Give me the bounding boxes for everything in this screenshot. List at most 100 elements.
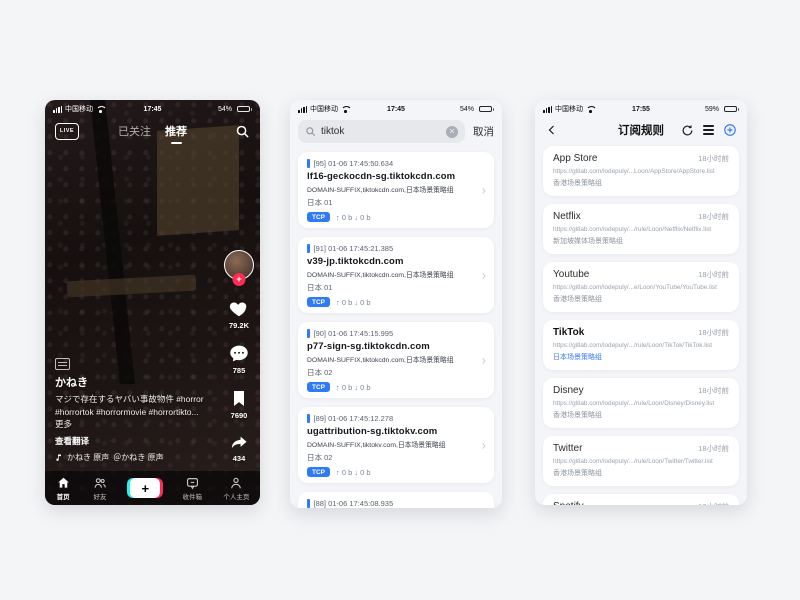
- bookmark-count: 7690: [231, 411, 248, 420]
- rule-policy-tag: 香港场景策略组: [553, 410, 729, 420]
- rule-item-tiktok[interactable]: TikTok18小时前 https://gitlab.com/lodepuly/…: [543, 320, 739, 370]
- entry-traffic: ↑ 0 b ↓ 0 b: [336, 383, 371, 392]
- entry-traffic: ↑ 0 b ↓ 0 b: [336, 298, 371, 307]
- entry-meta: [90] 01-06 17:45:15.995: [314, 329, 394, 338]
- add-circle-icon[interactable]: [723, 123, 737, 137]
- view-translation-button[interactable]: 查看翻译: [55, 435, 208, 447]
- rule-updated: 18小时前: [698, 501, 729, 505]
- rule-name: Youtube: [553, 269, 589, 280]
- caption-block: かねき マジで存在するヤバい事故物件 #horror #horrortok #h…: [55, 358, 208, 463]
- rule-policy-tag: 日本场景策略组: [553, 352, 729, 362]
- entry-accent-bar: [307, 159, 310, 168]
- search-icon[interactable]: [235, 124, 250, 139]
- entry-meta: [89] 01-06 17:45:12.278: [314, 414, 394, 423]
- entry-accent-bar: [307, 244, 310, 253]
- friends-icon: [92, 476, 108, 490]
- status-bar: 中国移动 17:45 54%: [290, 104, 502, 114]
- status-bar: 中国移动 17:45 54%: [45, 104, 260, 114]
- rule-updated: 18小时前: [698, 327, 729, 338]
- creator-username[interactable]: かねき: [55, 374, 208, 390]
- tab-friends[interactable]: 好友: [92, 476, 108, 501]
- rule-name: TikTok: [553, 327, 584, 338]
- entry-node: 日本 02: [307, 367, 485, 378]
- rule-url: https://gitlab.com/lodepuly/.../rule/Loo…: [553, 226, 729, 233]
- chevron-right-icon[interactable]: ›: [482, 438, 486, 453]
- status-time: 17:45: [45, 106, 260, 113]
- rule-item-netflix[interactable]: Netflix18小时前 https://gitlab.com/lodepuly…: [543, 204, 739, 254]
- nav-bar: 订阅规则: [535, 118, 747, 142]
- protocol-badge: TCP: [307, 212, 330, 222]
- log-entry[interactable]: [90] 01-06 17:45:15.995 p77-sign-sg.tikt…: [298, 322, 494, 398]
- tab-inbox[interactable]: 收件箱: [183, 476, 203, 501]
- entry-rule: DOMAIN-SUFFIX,tiktokcdn.com,日本场景策略组: [307, 269, 485, 279]
- rule-name: Disney: [553, 385, 584, 396]
- comment-button[interactable]: 785: [228, 343, 250, 375]
- entry-node: 日本 01: [307, 282, 485, 293]
- chevron-right-icon[interactable]: ›: [482, 183, 486, 198]
- music-row[interactable]: かねき 原声 ＠かねき 原声: [55, 452, 208, 463]
- status-time: 17:45: [290, 106, 502, 113]
- bookmark-button[interactable]: 7690: [229, 388, 249, 420]
- music-note-icon: [55, 453, 63, 462]
- tab-friends-label: 好友: [93, 491, 106, 501]
- search-input[interactable]: tiktok ✕: [298, 120, 465, 143]
- list-menu-icon[interactable]: [703, 125, 714, 134]
- bottom-tab-bar: 首页 好友 + 收件箱 个人主页: [45, 471, 260, 505]
- rule-policy-tag: 香港场景策略组: [553, 468, 729, 478]
- rules-list: App Store18小时前 https://gitlab.com/lodepu…: [543, 146, 739, 505]
- person-icon: [229, 476, 243, 490]
- rule-updated: 18小时前: [698, 269, 729, 280]
- entry-rule: DOMAIN-SUFFIX,tiktokcdn.com,日本场景策略组: [307, 354, 485, 364]
- action-rail: + 79.2K 785 7690 434: [224, 250, 254, 463]
- music-artist: ＠かねき 原声: [113, 452, 163, 463]
- chevron-right-icon[interactable]: ›: [482, 268, 486, 283]
- protocol-badge: TCP: [307, 382, 330, 392]
- entry-domain: v39-jp.tiktokcdn.com: [307, 256, 485, 267]
- rule-item-appstore[interactable]: App Store18小时前 https://gitlab.com/lodepu…: [543, 146, 739, 196]
- rule-item-youtube[interactable]: Youtube 18小时前 https://gitlab.com/lodepuly…: [543, 262, 739, 312]
- rule-item-disney[interactable]: Disney18小时前 https://gitlab.com/lodepuly/…: [543, 378, 739, 428]
- entry-domain: p77-sign-sg.tiktokcdn.com: [307, 341, 485, 352]
- status-bar: 中国移动 17:55 59%: [535, 104, 747, 114]
- tab-for-you[interactable]: 推荐: [165, 123, 187, 139]
- creator-avatar[interactable]: +: [224, 250, 254, 280]
- rule-updated: 18小时前: [698, 385, 729, 396]
- rule-item-twitter[interactable]: Twitter18小时前 https://gitlab.com/lodepuly…: [543, 436, 739, 486]
- entry-accent-bar: [307, 329, 310, 338]
- log-entry[interactable]: [95] 01-06 17:45:50.634 lf16-geckocdn-sg…: [298, 152, 494, 228]
- refresh-icon[interactable]: [681, 124, 694, 137]
- plus-icon: +: [130, 478, 160, 498]
- entry-accent-bar: [307, 414, 310, 423]
- rule-url: https://gitlab.com/lodepuly/...e/Loon/Yo…: [553, 284, 729, 291]
- log-entry[interactable]: [89] 01-06 17:45:12.278 ugattribution-sg…: [298, 407, 494, 483]
- clear-search-icon[interactable]: ✕: [446, 126, 458, 138]
- tab-following[interactable]: 已关注: [118, 123, 151, 139]
- log-entry[interactable]: [88] 01-06 17:45:08.935 mon15-normal-use…: [298, 492, 494, 508]
- protocol-badge: TCP: [307, 297, 330, 307]
- like-button[interactable]: 79.2K: [227, 297, 251, 330]
- tab-profile-label: 个人主页: [223, 491, 249, 501]
- create-button[interactable]: +: [129, 478, 161, 498]
- rule-url: https://gitlab.com/lodepuly/...Loon/AppS…: [553, 168, 729, 175]
- home-icon: [56, 476, 71, 490]
- search-value: tiktok: [321, 126, 441, 137]
- rule-policy-tag: 香港场景策略组: [553, 178, 729, 188]
- comment-count: 785: [233, 366, 246, 375]
- tab-profile[interactable]: 个人主页: [223, 476, 249, 501]
- share-button[interactable]: 434: [228, 433, 250, 463]
- log-entry[interactable]: [91] 01-06 17:45:21.385 v39-jp.tiktokcdn…: [298, 237, 494, 313]
- entry-domain: lf16-geckocdn-sg.tiktokcdn.com: [307, 171, 485, 182]
- rule-updated: 18小时前: [698, 443, 729, 454]
- entry-node: 日本 01: [307, 197, 485, 208]
- caption-line-2[interactable]: #horrortok #horrormovie #horrortikto... …: [55, 406, 208, 432]
- entry-traffic: ↑ 0 b ↓ 0 b: [336, 213, 371, 222]
- tab-home[interactable]: 首页: [56, 476, 71, 501]
- log-list: [95] 01-06 17:45:50.634 lf16-geckocdn-sg…: [298, 152, 494, 508]
- cancel-button[interactable]: 取消: [473, 124, 494, 139]
- subscription-rules-screen: 中国移动 17:55 59% 订阅规则 App Store18小时前 https…: [535, 100, 747, 505]
- tiktok-feed-screen: 中国移动 17:45 54% LIVE 已关注 推荐 + 79.2K: [45, 100, 260, 505]
- follow-plus-icon[interactable]: +: [233, 273, 246, 286]
- chevron-right-icon[interactable]: ›: [482, 353, 486, 368]
- rule-item-spotify[interactable]: Spotify18小时前 https://gitlab.com/lodepuly…: [543, 494, 739, 505]
- feed-top-nav: LIVE 已关注 推荐: [45, 118, 260, 144]
